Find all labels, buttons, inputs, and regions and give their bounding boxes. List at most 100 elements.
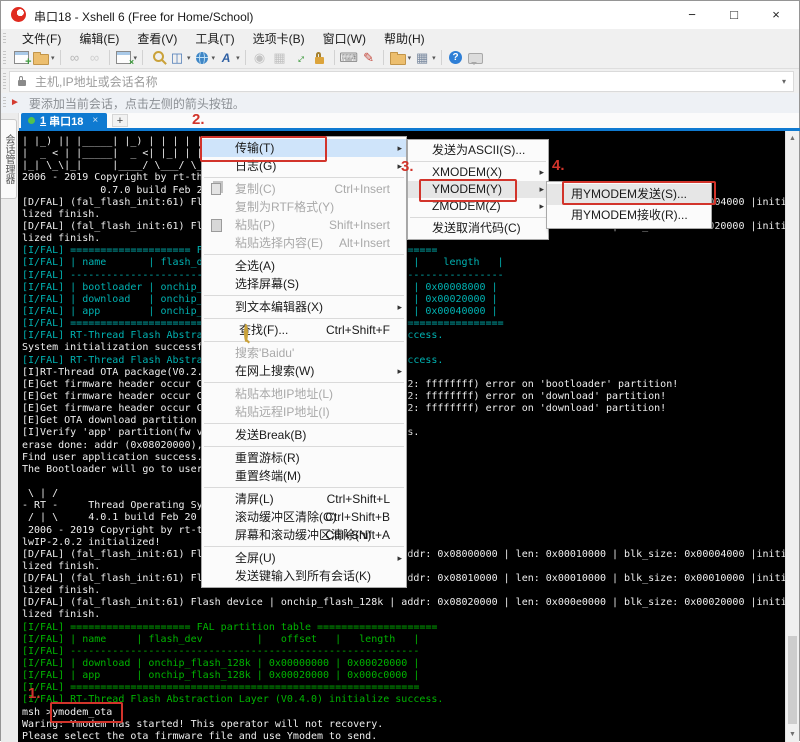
new-session-icon[interactable]	[12, 49, 30, 67]
minimize-button[interactable]: −	[671, 1, 713, 29]
menu-item-send-cancel[interactable]: 发送取消代码(C)	[408, 220, 548, 237]
tab-close-icon[interactable]: ×	[92, 115, 98, 126]
menu-item-copy-rtf: 复制为RTF格式(Y)	[202, 198, 406, 216]
menu-item-label: 复制为RTF格式(Y)	[235, 200, 334, 214]
menu-item-clear-screen[interactable]: 清屏(L)Ctrl+Shift+L	[202, 490, 406, 508]
scroll-up-icon[interactable]: ▲	[786, 131, 799, 146]
menu-item-search-web[interactable]: 在网上搜索(W)▸	[202, 362, 406, 380]
menu-item-paste-remote-ip: 粘贴远程IP地址(I)	[202, 403, 406, 421]
chevron-down-icon[interactable]: ▾	[51, 54, 55, 62]
menu-item-label: 粘贴(P)	[235, 218, 275, 232]
compose-icon[interactable]: ◉	[251, 49, 269, 67]
disconnect-icon: ∞	[90, 50, 99, 65]
scroll-down-icon[interactable]: ▼	[786, 727, 799, 742]
menu-item-label: 清屏(L)	[235, 492, 274, 506]
menubar-item[interactable]: 文件(F)	[13, 30, 70, 47]
chevron-down-icon[interactable]: ▾	[408, 54, 412, 62]
chevron-down-icon[interactable]: ▾	[236, 54, 240, 62]
tab-label: 串口18	[49, 113, 83, 129]
open-session-icon	[33, 54, 49, 65]
help-icon[interactable]: ?	[447, 49, 465, 67]
grid-icon: ▦	[416, 50, 428, 66]
menu-item-label: 发送Break(B)	[235, 428, 306, 442]
chat-icon	[468, 53, 483, 64]
menu-item-to-text-editor[interactable]: 到文本编辑器(X)▸	[202, 298, 406, 316]
session-properties-icon[interactable]	[115, 49, 133, 67]
drag-grip	[3, 97, 6, 109]
menu-item-clear-scrollback[interactable]: 滚动缓冲区清除(O)Ctrl+Shift+B	[202, 508, 406, 526]
menu-item-reset-terminal[interactable]: 重置终端(M)	[202, 467, 406, 485]
open-session-icon[interactable]	[32, 49, 50, 67]
menu-item-reset-cursor[interactable]: 重置游标(R)	[202, 449, 406, 467]
scrollbar-thumb[interactable]	[788, 636, 797, 724]
chevron-down-icon[interactable]: ▾	[187, 54, 191, 62]
menubar-item[interactable]: 帮助(H)	[375, 30, 434, 47]
chat-icon[interactable]	[467, 49, 485, 67]
session-manager-vertical-tab[interactable]: 会话管理器	[1, 119, 17, 199]
menu-item-select-screen[interactable]: 选择屏幕(S)	[202, 275, 406, 293]
lock-icon	[315, 57, 324, 64]
menubar-item[interactable]: 查看(V)	[128, 30, 186, 47]
menubar-item[interactable]: 选项卡(B)	[244, 30, 314, 47]
terminal-line: [I/FAL] ==================== FAL partiti…	[22, 622, 787, 634]
host-address-input[interactable]: 主机,IP地址或会话名称 ▾	[9, 71, 794, 92]
find-icon[interactable]	[148, 49, 166, 67]
menu-item-send-break[interactable]: 发送Break(B)	[202, 426, 406, 444]
menu-item-send-ascii[interactable]: 发送为ASCII(S)...	[408, 142, 548, 159]
tab-number: 1	[40, 115, 46, 127]
menu-item-fullscreen[interactable]: 全屏(U)▸	[202, 549, 406, 567]
menu-item-clear-screen-scrollback[interactable]: 屏幕和滚动缓冲区清除(N)Ctrl+Shift+A	[202, 526, 406, 544]
menu-item-find[interactable]: 查找(F)...Ctrl+Shift+F	[202, 321, 406, 339]
annotation-box-ymodem-ota	[50, 702, 123, 723]
chevron-down-icon[interactable]: ▾	[782, 77, 786, 86]
capture-icon: ▦	[273, 50, 285, 66]
tab-bar: 1 串口18 × +	[1, 113, 799, 128]
grid-icon[interactable]: ▦	[413, 49, 431, 67]
highlight-pen-icon[interactable]: ✎	[360, 49, 378, 67]
chevron-down-icon[interactable]: ▾	[212, 54, 216, 62]
menubar-item[interactable]: 窗口(W)	[314, 30, 375, 47]
maximize-button[interactable]: □	[713, 1, 755, 29]
context-menu: 传输(T)▸日志(G)▸复制(C)Ctrl+Insert复制为RTF格式(Y)粘…	[201, 136, 407, 588]
new-tab-button[interactable]: +	[112, 114, 128, 127]
terminal-line: [I/FAL] | app | onchip_flash_128k | 0x00…	[22, 670, 787, 682]
menu-item-ymodem-receive[interactable]: 用YMODEM接收(R)...	[547, 205, 711, 226]
new-session-icon	[14, 51, 29, 64]
tab-serial-18[interactable]: 1 串口18 ×	[21, 113, 107, 128]
menu-item-send-input-all[interactable]: 发送键输入到所有会话(K)	[202, 567, 406, 585]
chevron-down-icon[interactable]: ▾	[432, 54, 436, 62]
submenu-arrow-icon: ▸	[397, 139, 402, 157]
capture-icon[interactable]: ▦	[271, 49, 289, 67]
menu-item-label: 发送为ASCII(S)...	[432, 143, 525, 157]
font-icon[interactable]: A	[217, 49, 235, 67]
keyboard-icon[interactable]: ⌨	[340, 49, 358, 67]
reconnect-icon[interactable]: ∞	[66, 49, 84, 67]
new-folder-icon[interactable]	[389, 49, 407, 67]
menu-separator	[410, 217, 546, 218]
submenu-arrow-icon: ▸	[539, 164, 544, 181]
menu-item-select-all[interactable]: 全选(A)	[202, 257, 406, 275]
search-icon	[244, 324, 248, 342]
fullscreen-icon[interactable]: ↔	[291, 49, 309, 67]
menu-item-label: 搜索'Baidu'	[235, 346, 294, 360]
menubar-item[interactable]: 编辑(E)	[70, 30, 128, 47]
submenu-arrow-icon: ▸	[397, 298, 402, 316]
terminal-scrollbar[interactable]: ▲ ▼	[785, 131, 799, 742]
menu-separator	[204, 177, 404, 178]
layout-icon[interactable]: ◫	[168, 49, 186, 67]
session-properties-icon	[116, 51, 131, 64]
menu-item-label: 在网上搜索(W)	[235, 364, 314, 378]
terminal-line: [I/FAL] ================================…	[22, 682, 787, 694]
menu-item-shortcut: Shift+Insert	[329, 216, 390, 234]
web-icon[interactable]	[193, 49, 211, 67]
menubar-item[interactable]: 工具(T)	[186, 30, 243, 47]
connected-dot-icon	[28, 117, 35, 124]
menu-item-label: XMODEM(X)	[432, 165, 502, 179]
menu-separator	[204, 318, 404, 319]
menu-separator	[204, 446, 404, 447]
close-button[interactable]: ×	[755, 1, 797, 29]
toolbar-separator	[441, 50, 442, 65]
disconnect-icon[interactable]: ∞	[86, 49, 104, 67]
menu-item-shortcut: Ctrl+Shift+A	[325, 526, 390, 544]
lock-icon[interactable]	[311, 49, 329, 67]
